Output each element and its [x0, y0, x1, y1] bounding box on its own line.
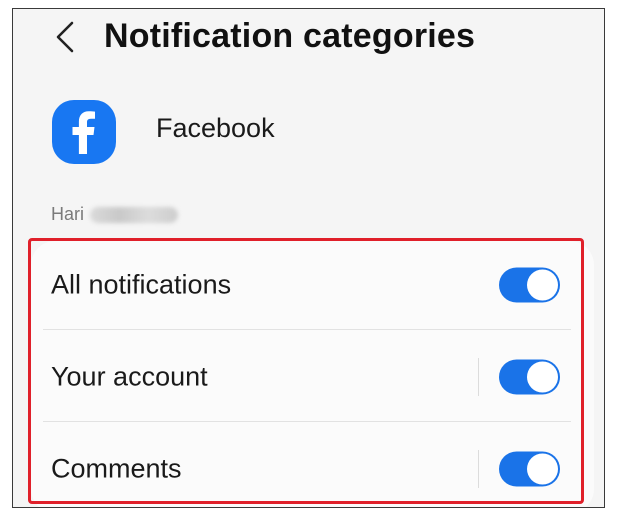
- toggle-knob: [527, 453, 558, 485]
- page-title: Notification categories: [104, 17, 476, 55]
- comments-toggle[interactable]: [499, 451, 560, 487]
- divider: [43, 421, 571, 422]
- category-row-all-notifications[interactable]: All notifications: [31, 239, 575, 331]
- all-notifications-toggle[interactable]: [499, 267, 560, 303]
- vertical-separator: [478, 358, 479, 396]
- app-info: Facebook: [13, 93, 604, 169]
- your-account-toggle[interactable]: [499, 359, 560, 395]
- category-label: Your account: [51, 361, 208, 392]
- category-row-comments[interactable]: Comments: [31, 423, 575, 507]
- account-name: Hari: [51, 204, 85, 224]
- category-label: Comments: [51, 453, 182, 484]
- account-name-redaction: [90, 206, 179, 223]
- header: Notification categories: [13, 9, 604, 69]
- facebook-icon: [52, 100, 116, 164]
- category-label: All notifications: [51, 269, 232, 300]
- back-button[interactable]: [47, 15, 83, 59]
- app-name: Facebook: [156, 113, 275, 143]
- category-row-your-account[interactable]: Your account: [31, 331, 575, 423]
- chevron-left-icon: [56, 21, 74, 53]
- account-label: Hari: [51, 204, 179, 225]
- toggle-knob: [527, 361, 558, 393]
- vertical-separator: [478, 450, 479, 488]
- screen: Notification categories Facebook Hari Al…: [12, 8, 605, 508]
- divider: [43, 329, 571, 330]
- toggle-knob: [527, 269, 558, 301]
